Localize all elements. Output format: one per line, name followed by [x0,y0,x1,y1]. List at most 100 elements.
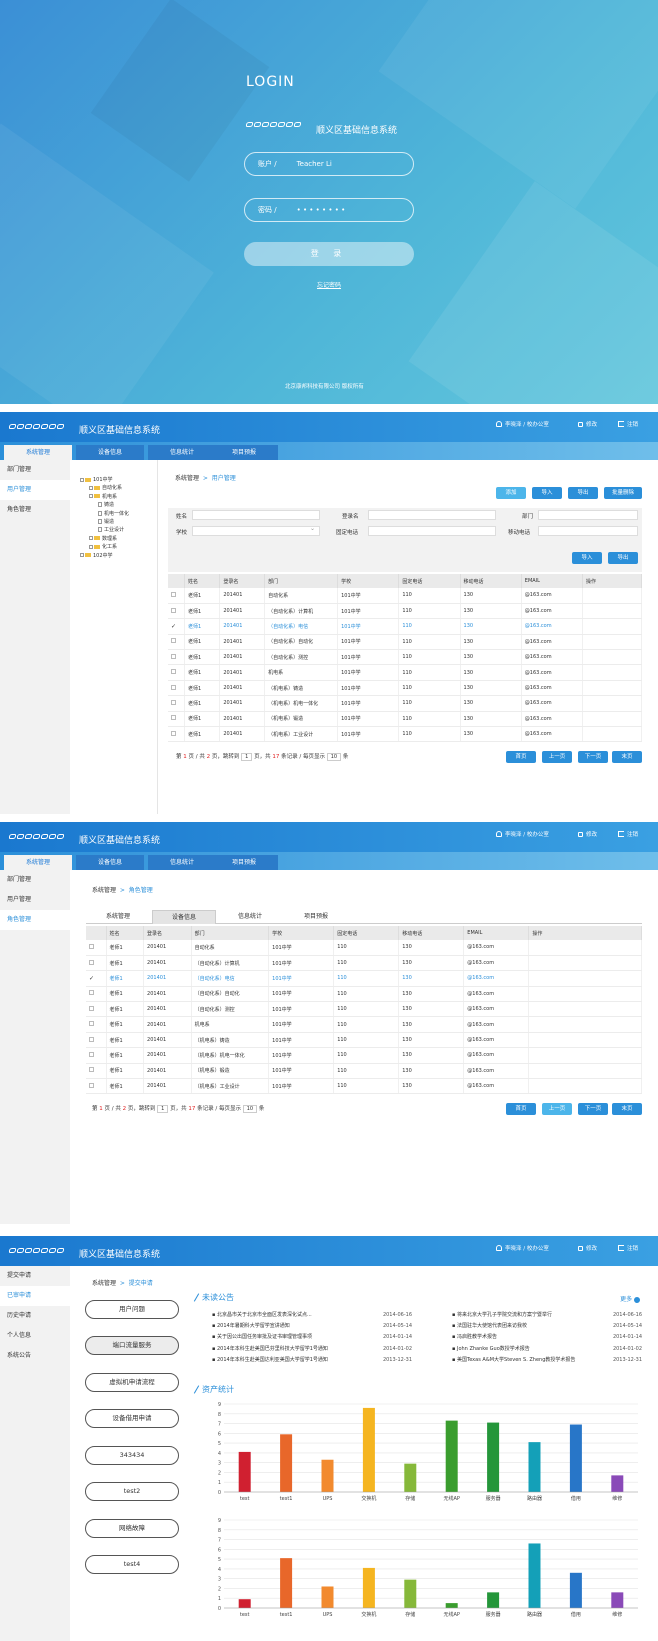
account-input[interactable]: Teacher Li [297,160,332,168]
table-row[interactable]: 老师1 201401 （机电系）机电一体化 101中学 110 130 @163.com [168,695,642,712]
first-page-button[interactable]: 首页 [506,1103,536,1115]
logout-link[interactable]: 注销 [618,1244,638,1252]
jump-input[interactable]: 1 [157,1105,169,1113]
tab-forecast[interactable]: 项目预报 [210,445,278,460]
pill-network-fault[interactable]: 网络故障 [85,1519,179,1538]
news-item[interactable]: ▪ 美国Texas A&M大学Steven S. Zheng教授学术报告 2013… [452,1355,642,1366]
row-checkbox[interactable] [86,1032,107,1049]
row-checkbox[interactable] [86,1078,107,1095]
school-select[interactable]: ⌄ [192,525,320,536]
expand-icon[interactable] [89,485,93,490]
table-row[interactable]: 老师1 201401 （自动化系）计算机 101中学 110 130 @163.com [168,603,642,620]
tree-node[interactable]: 机电一体化 [80,510,129,518]
row-checkbox[interactable] [86,1063,107,1080]
news-item[interactable]: ▪ John Zhanke Guo数授学术报告 2014-01-02 [452,1344,642,1355]
phone-input[interactable] [368,526,496,536]
row-actions[interactable] [582,588,642,604]
tab-stats[interactable]: 信息统计 [148,855,216,870]
row-actions[interactable] [582,634,642,651]
row-actions[interactable] [582,680,642,697]
news-item[interactable]: ▪ 关于因公出国任务审批及证书审理管理事项 2014-01-14 [212,1332,412,1343]
sidebar-item-dept[interactable]: 部门管理 [0,870,70,890]
row-checkbox[interactable] [168,634,185,651]
tree-node[interactable]: 锻造 [80,518,129,526]
add-button[interactable]: 添加 [496,487,526,499]
news-item[interactable]: ▪ 将来北京大学孔子学院交流和方案宁暨举行 2014-06-16 [452,1310,642,1321]
tab-system[interactable]: 系统管理 [4,855,72,870]
sidebar-item-reviewed[interactable]: 已审申请 [0,1286,70,1306]
page-size-select[interactable]: 10 [242,1105,258,1113]
row-actions[interactable] [528,986,642,1003]
tree-node[interactable]: 铸造 [80,501,129,509]
login-name-input[interactable] [368,510,496,520]
password-input[interactable]: • • • • • • • • [297,206,346,214]
row-actions[interactable] [528,1001,642,1018]
change-password-link[interactable]: 修改 [578,420,597,428]
table-row[interactable]: 老师1 201401 （自动化系）测控 101中学 110 130 @163.com [86,1001,642,1018]
table-row[interactable]: 老师1 201401 （自动化系）自动化 101中学 110 130 @163.com [168,634,642,651]
form-import-button[interactable]: 导入 [572,552,602,564]
row-checkbox[interactable] [168,726,185,743]
tree-node[interactable]: 102中学 [80,552,129,560]
row-checkbox[interactable] [86,1016,107,1033]
sidebar-item-profile[interactable]: 个人信息 [0,1326,70,1346]
collapse-icon[interactable] [80,477,84,482]
prev-page-button[interactable]: 上一页 [542,1103,572,1115]
batch-delete-button[interactable]: 批量删除 [604,487,642,499]
mobile-input[interactable] [538,526,638,536]
last-page-button[interactable]: 末页 [612,751,642,763]
next-page-button[interactable]: 下一页 [578,751,608,763]
collapse-icon[interactable] [89,494,93,499]
news-item[interactable]: ▪ 冯启胜教学术报告 2014-01-14 [452,1332,642,1343]
tree-node[interactable]: 工业设计 [80,526,129,534]
next-page-button[interactable]: 下一页 [578,1103,608,1115]
dept-input[interactable] [538,510,638,520]
table-row[interactable]: 老师1 201401 （机电系）铸造 101中学 110 130 @163.com [168,680,642,697]
subtab-stats[interactable]: 信息统计 [218,910,282,924]
row-actions[interactable] [528,1063,642,1080]
table-row[interactable]: 老师1 201401 （自动化系）计算机 101中学 110 130 @163.com [86,955,642,972]
tree-node[interactable]: 数理系 [80,535,129,543]
table-row[interactable]: 老师1 201401 （机电系）工业设计 101中学 110 130 @163.com [168,726,642,743]
table-row[interactable]: 老师1 201401 （机电系）工业设计 101中学 110 130 @163.com [86,1078,642,1095]
import-button[interactable]: 导入 [532,487,562,499]
expand-icon[interactable] [80,553,84,558]
tab-device[interactable]: 设备信息 [76,445,144,460]
tree-node[interactable]: 化工系 [80,543,129,551]
change-password-link[interactable]: 修改 [578,1244,597,1252]
table-row[interactable]: 老师1 201401 （机电系）机电一体化 101中学 110 130 @163.com [86,1047,642,1064]
account-field[interactable]: 账户 / Teacher Li [244,152,414,176]
table-row[interactable]: 老师1 201401 自动化系 101中学 110 130 @163.com [86,940,642,956]
news-item[interactable]: ▪ 北京昌市关于北京市全面区发表深化试点... 2014-06-16 [212,1310,412,1321]
login-button[interactable]: 登 录 [244,242,414,266]
pill-port-traffic[interactable]: 端口流量服务 [85,1336,179,1355]
tree-node[interactable]: 自动化系 [80,484,129,492]
form-export-button[interactable]: 导出 [608,552,638,564]
row-checkbox[interactable] [86,955,107,972]
row-actions[interactable] [582,603,642,620]
row-actions[interactable] [528,1078,642,1095]
prev-page-button[interactable]: 上一页 [542,751,572,763]
row-actions[interactable] [582,726,642,743]
row-checkbox[interactable]: ✓ [168,618,185,635]
row-checkbox[interactable] [168,680,185,697]
pill-343434[interactable]: 343434 [85,1446,179,1465]
row-actions[interactable] [528,1016,642,1033]
pill-user-issue[interactable]: 用户问题 [85,1300,179,1319]
row-actions[interactable] [528,955,642,972]
sidebar-item-history[interactable]: 历史申请 [0,1306,70,1326]
row-checkbox[interactable] [168,588,185,604]
news-item[interactable]: ▪ 法国驻华大使馆代表团来访我校 2014-05-14 [452,1321,642,1332]
password-field[interactable]: 密码 / • • • • • • • • [244,198,414,222]
row-checkbox[interactable]: ✓ [86,970,107,987]
subtab-system[interactable]: 系统管理 [86,910,150,924]
row-checkbox[interactable] [86,940,107,956]
row-actions[interactable] [582,695,642,712]
row-actions[interactable] [528,940,642,956]
row-actions[interactable] [528,1047,642,1064]
table-row[interactable]: 老师1 201401 （自动化系）测控 101中学 110 130 @163.com [168,649,642,666]
table-row[interactable]: 老师1 201401 机电系 101中学 110 130 @163.com [86,1016,642,1033]
table-row[interactable]: 老师1 201401 （机电系）铸造 101中学 110 130 @163.com [86,1032,642,1049]
row-checkbox[interactable] [86,1047,107,1064]
tree-node[interactable]: 101中学 [80,476,129,484]
